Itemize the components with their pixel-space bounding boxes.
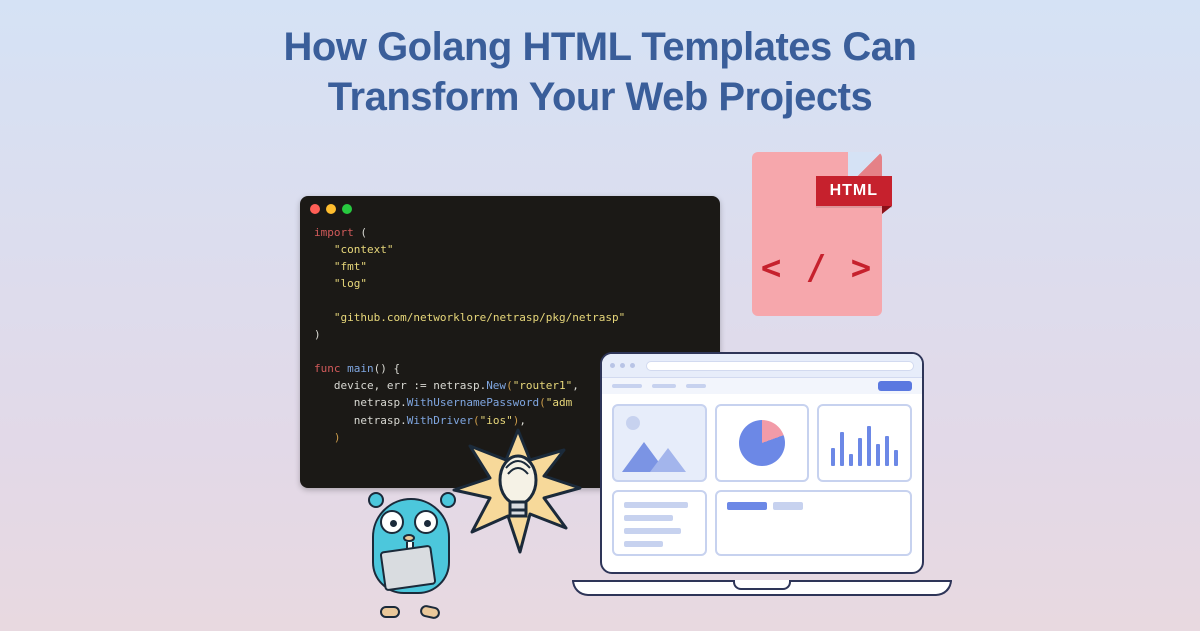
bar [849,454,853,466]
laptop-illustration [572,352,952,614]
browser-dot [630,363,635,368]
nav-button-placeholder [878,381,912,391]
pie-chart-card [715,404,810,482]
bar [876,444,880,466]
gopher-foot [380,606,400,618]
url-bar [646,361,914,371]
site-nav [602,378,922,394]
gopher-foot [419,604,441,620]
text-card [612,490,707,556]
window-min-dot [326,204,336,214]
pie-chart-icon [739,420,785,466]
gopher-mascot-icon [362,480,472,620]
gopher-nose [403,534,415,542]
gopher-ear [440,492,456,508]
text-line [624,502,688,508]
bar [867,426,871,466]
bar [831,448,835,466]
gopher-eye [380,510,404,534]
laptop-base [572,580,952,596]
bar [894,450,898,466]
laptop-screen [600,352,924,574]
page-title: How Golang HTML Templates Can Transform … [0,22,1200,122]
sun-icon [626,416,640,430]
bar-chart-card [817,404,912,482]
editor-titlebar [300,196,720,222]
mountain-icon [650,448,686,472]
browser-chrome [602,354,922,378]
gopher-eye [414,510,438,534]
text-line [624,515,673,521]
gopher-ear [368,492,384,508]
browser-dot [620,363,625,368]
html-code-glyph: < / > [752,248,882,288]
html-file-icon: HTML < / > [752,152,882,316]
title-line-1: How Golang HTML Templates Can [284,25,917,69]
nav-link-placeholder [652,384,676,388]
bar-chart-icon [831,420,898,466]
nav-link-placeholder [686,384,706,388]
image-card [612,404,707,482]
button-placeholder [727,502,767,510]
text-line [624,541,663,547]
browser-dot [610,363,615,368]
button-placeholder [773,502,803,510]
dashboard-grid [602,394,922,572]
gopher-laptop [379,545,436,592]
text-line [624,528,681,534]
window-max-dot [342,204,352,214]
nav-link-placeholder [612,384,642,388]
button-row [727,502,803,510]
bar [858,438,862,466]
window-close-dot [310,204,320,214]
wide-card [715,490,912,556]
text-lines [614,492,705,556]
bar [840,432,844,466]
title-line-2: Transform Your Web Projects [328,75,872,119]
html-badge: HTML [816,176,892,206]
bar [885,436,889,466]
